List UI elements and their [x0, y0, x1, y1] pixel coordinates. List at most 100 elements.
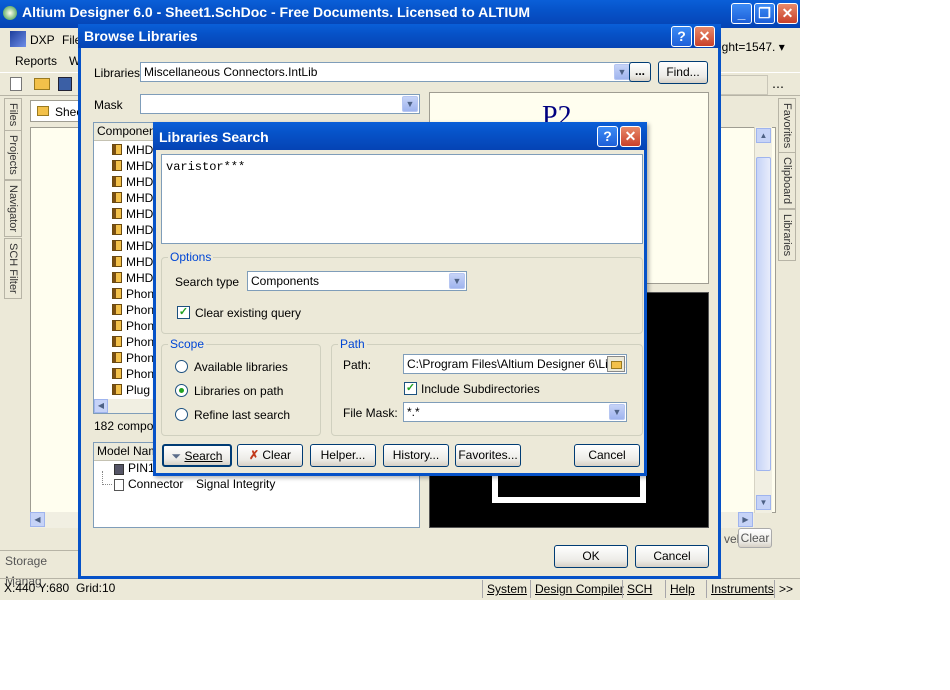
- component-row[interactable]: MHD: [112, 159, 153, 175]
- panel-tab-clipboard[interactable]: Clipboard: [778, 152, 796, 210]
- storage-manager-tab[interactable]: Storage Manag: [0, 550, 80, 588]
- close-icon[interactable]: ✕: [777, 3, 798, 24]
- panel-tab-favorites[interactable]: Favorites: [778, 98, 796, 154]
- search-button[interactable]: ⏷ Search: [162, 444, 232, 467]
- component-row[interactable]: Phon: [112, 287, 154, 303]
- component-row[interactable]: MHD: [112, 175, 153, 191]
- vertical-scrollbar[interactable]: ▲ ▼: [754, 127, 772, 513]
- status-tab-more[interactable]: >>: [774, 580, 797, 598]
- library-component-icon: [112, 272, 122, 283]
- browse-help-icon[interactable]: ?: [671, 26, 692, 47]
- scope-on-path-radio[interactable]: [175, 384, 188, 397]
- component-row[interactable]: MHD: [112, 271, 153, 287]
- file-mask-combo[interactable]: *.* ▼: [403, 402, 627, 422]
- status-tab-system[interactable]: System: [482, 580, 531, 598]
- favorites-button[interactable]: Favorites...: [455, 444, 521, 467]
- library-component-icon: [112, 384, 122, 395]
- menu-reports[interactable]: Reports: [15, 54, 57, 68]
- path-label: Path:: [343, 358, 372, 372]
- component-row[interactable]: Plug: [112, 383, 150, 399]
- status-tab-instruments[interactable]: Instruments: [706, 580, 778, 598]
- scope-refine-radio[interactable]: [175, 408, 188, 421]
- new-icon[interactable]: [10, 77, 22, 91]
- find-button[interactable]: Find...: [658, 61, 708, 84]
- search-help-icon[interactable]: ?: [597, 126, 618, 147]
- minimize-icon[interactable]: _: [731, 3, 752, 24]
- library-component-icon: [112, 256, 122, 267]
- toolbar-combo-right[interactable]: [720, 75, 768, 95]
- right-toolbar-field[interactable]: ight=1547. ▾: [716, 38, 786, 58]
- scope-legend: Scope: [168, 337, 207, 351]
- search-type-label: Search type: [175, 275, 240, 289]
- scope-available-radio[interactable]: [175, 360, 188, 373]
- component-row[interactable]: MHD: [112, 191, 153, 207]
- browse-close-icon[interactable]: ✕: [694, 26, 715, 47]
- query-textarea[interactable]: varistor***: [161, 154, 643, 244]
- browse-title-bar[interactable]: Browse Libraries ? ✕: [78, 24, 721, 48]
- history-button[interactable]: History...: [383, 444, 449, 467]
- panel-tab-files[interactable]: Files: [4, 98, 22, 132]
- component-row[interactable]: Phon: [112, 303, 154, 319]
- component-row[interactable]: MHD: [112, 223, 153, 239]
- component-name: MHD: [126, 223, 154, 237]
- scope-available-label: Available libraries: [194, 360, 288, 374]
- helper-button[interactable]: Helper...: [310, 444, 376, 467]
- browse-cancel-button[interactable]: Cancel: [635, 545, 709, 568]
- menu-dxp[interactable]: DXP: [30, 33, 55, 47]
- search-close-icon[interactable]: ✕: [620, 126, 641, 147]
- include-subdirs-checkbox[interactable]: ✓: [404, 382, 417, 395]
- component-name: Phon: [126, 335, 155, 349]
- behind-clear-button[interactable]: Clear: [738, 528, 772, 548]
- clear-query-checkbox[interactable]: ✓: [177, 306, 190, 319]
- clear-icon: ✗: [248, 448, 260, 462]
- status-grid: Grid:10: [76, 581, 116, 595]
- component-row[interactable]: MHD: [112, 207, 153, 223]
- component-name: MHD: [126, 159, 154, 173]
- panel-tab-libraries[interactable]: Libraries: [778, 209, 796, 262]
- panel-tab-projects[interactable]: Projects: [4, 130, 22, 180]
- path-input[interactable]: C:\Program Files\Altium Designer 6\Libra…: [403, 354, 627, 374]
- component-row[interactable]: Phon: [112, 351, 154, 367]
- search-type-combo[interactable]: Components ▼: [247, 271, 467, 291]
- component-row[interactable]: Phon: [112, 367, 154, 383]
- open-icon[interactable]: [34, 78, 50, 90]
- status-tab-design-compiler[interactable]: Design Compiler: [530, 580, 628, 598]
- save-icon[interactable]: [58, 77, 72, 91]
- folder-browse-icon[interactable]: [607, 356, 625, 372]
- options-legend: Options: [168, 250, 214, 264]
- status-tab-sch[interactable]: SCH: [622, 580, 656, 598]
- restore-icon[interactable]: ❐: [754, 3, 775, 24]
- browse-title: Browse Libraries: [84, 28, 198, 44]
- scroll-left-icon[interactable]: ◀: [30, 512, 45, 527]
- component-name: Phon: [126, 303, 155, 317]
- libraries-browse-button[interactable]: ...: [629, 62, 651, 82]
- library-component-icon: [112, 352, 122, 363]
- ok-button[interactable]: OK: [554, 545, 628, 568]
- mask-combo[interactable]: ▼: [140, 94, 420, 114]
- include-subdirs-label: Include Subdirectories: [421, 382, 540, 396]
- component-row[interactable]: Phon: [112, 335, 154, 351]
- search-cancel-button[interactable]: Cancel: [574, 444, 640, 467]
- scroll-up-icon[interactable]: ▲: [756, 128, 771, 143]
- toolbar-more-icon[interactable]: ⋯: [772, 80, 784, 94]
- component-row[interactable]: Phon: [112, 319, 154, 335]
- scope-group: Scope Available libraries Libraries on p…: [161, 337, 321, 436]
- search-title-bar[interactable]: Libraries Search ? ✕: [153, 122, 647, 150]
- scroll-right-icon[interactable]: ▶: [738, 512, 753, 527]
- app-icon: [3, 6, 17, 20]
- libraries-combo[interactable]: Miscellaneous Connectors.IntLib ▼: [140, 62, 632, 82]
- component-row[interactable]: MHD: [112, 255, 153, 271]
- file-mask-label: File Mask:: [343, 406, 398, 420]
- library-component-icon: [112, 320, 122, 331]
- library-component-icon: [112, 176, 122, 187]
- scroll-thumb[interactable]: [756, 157, 771, 471]
- library-component-icon: [112, 288, 122, 299]
- panel-tab-navigator[interactable]: Navigator: [4, 180, 22, 238]
- status-tab-help[interactable]: Help: [665, 580, 699, 598]
- clear-button[interactable]: ✗ Clear: [237, 444, 303, 467]
- panel-tab-sch-filter[interactable]: SCH Filter: [4, 238, 22, 299]
- component-row[interactable]: MHD: [112, 239, 153, 255]
- component-row[interactable]: MHD: [112, 143, 153, 159]
- scroll-left-icon[interactable]: ◀: [94, 399, 108, 413]
- scroll-down-icon[interactable]: ▼: [756, 495, 771, 510]
